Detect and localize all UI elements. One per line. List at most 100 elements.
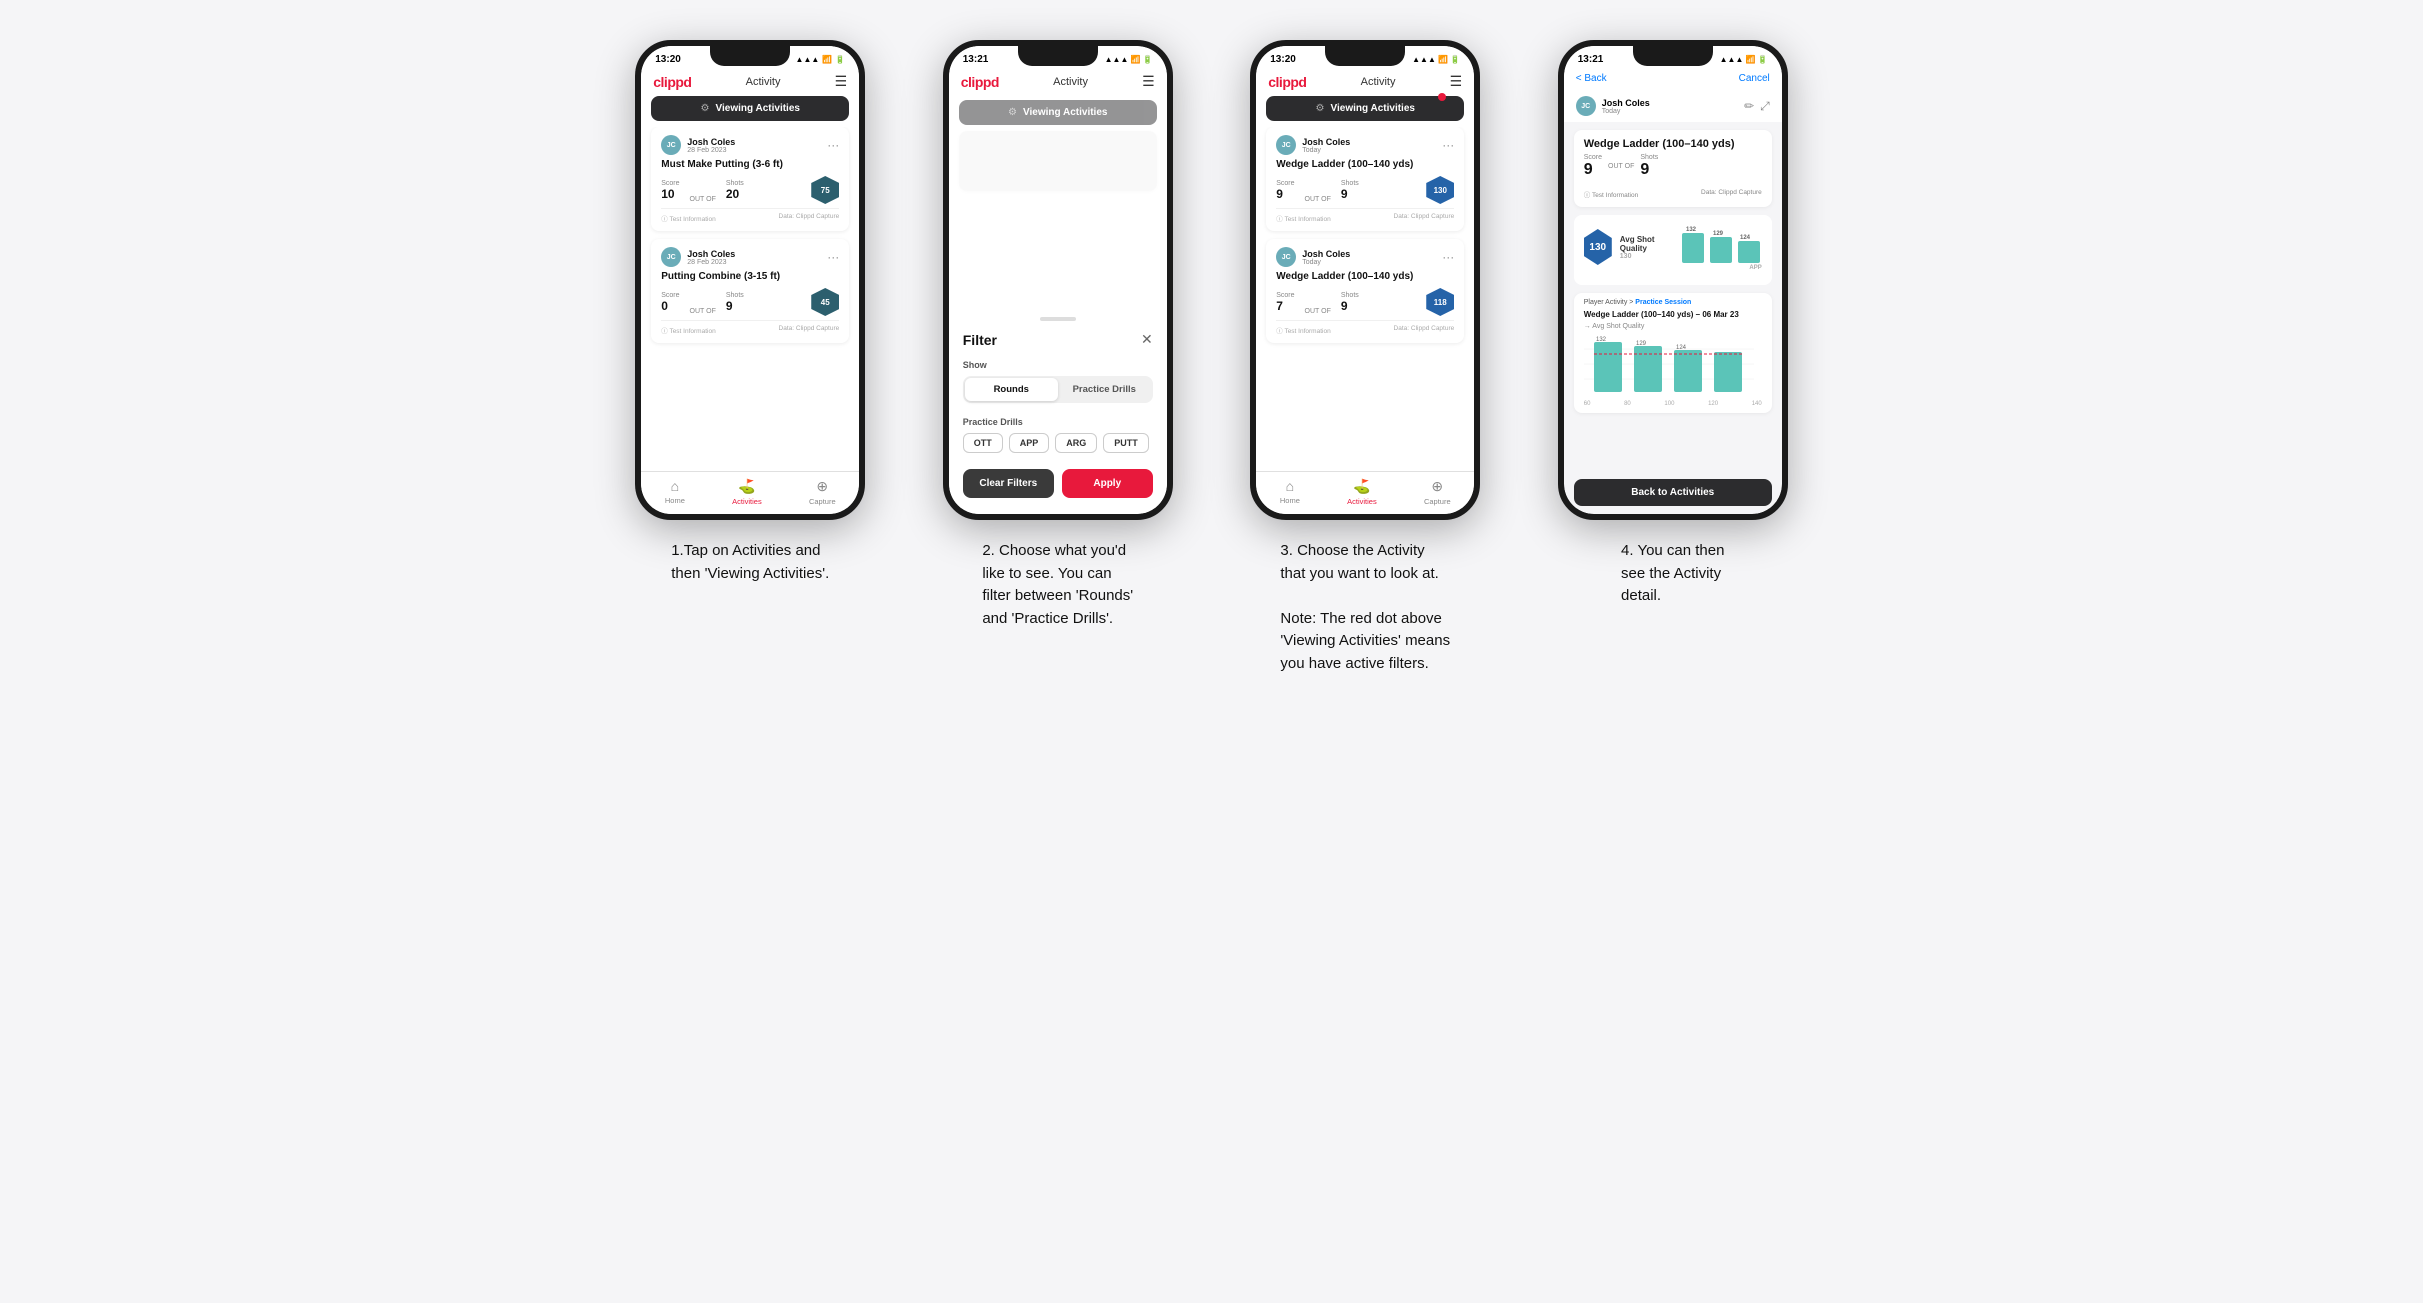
toggle-row: Rounds Practice Drills (963, 376, 1153, 403)
avatar-3-2: JC (1276, 247, 1296, 267)
stats-row-1-1: Score 10 OUT OF Shots 20 75 (661, 176, 839, 204)
phone-3: 13:20 ▲▲▲ 📶 🔋 clippd Activity ☰ ⚙ Viewin… (1250, 40, 1480, 520)
nav-activities-1[interactable]: ⛳ Activities (732, 478, 762, 506)
status-icons-4: ▲▲▲ 📶 🔋 (1720, 55, 1768, 64)
toggle-rounds[interactable]: Rounds (965, 378, 1058, 401)
detail-user-name: Josh Coles (1602, 98, 1650, 108)
hamburger-icon-1[interactable]: ☰ (835, 73, 848, 90)
step-2-caption: 2. Choose what you'd like to see. You ca… (982, 540, 1133, 630)
modal-header: Filter ✕ (963, 331, 1153, 348)
banner-text-3: Viewing Activities (1330, 103, 1414, 114)
status-icons-2: ▲▲▲ 📶 🔋 (1105, 55, 1153, 64)
phone-screen-2: 13:21 ▲▲▲ 📶 🔋 clippd Activity ☰ ⚙ Viewin… (949, 46, 1167, 514)
apply-button[interactable]: Apply (1062, 469, 1153, 498)
svg-text:132: 132 (1596, 337, 1607, 343)
activity-card-1-2[interactable]: JC Josh Coles 28 Feb 2023 ··· Putting Co… (651, 239, 849, 343)
back-button[interactable]: < Back (1576, 73, 1607, 84)
app-logo-3: clippd (1268, 74, 1306, 90)
avatar-4: JC (1576, 96, 1596, 116)
phone-notch-2 (1018, 46, 1098, 66)
hamburger-icon-3[interactable]: ☰ (1450, 73, 1463, 90)
user-date-1-1: 28 Feb 2023 (687, 147, 735, 154)
card-header-3-1: JC Josh Coles Today ··· (1276, 135, 1454, 155)
drill-name-3-2: Wedge Ladder (100–140 yds) (1276, 271, 1454, 282)
app-logo-2: clippd (961, 74, 999, 90)
user-date-1-2: 28 Feb 2023 (687, 259, 735, 266)
status-time-2: 13:21 (963, 54, 989, 65)
expand-icon[interactable]: ⤢ (1760, 99, 1770, 114)
step-3-column: 13:20 ▲▲▲ 📶 🔋 clippd Activity ☰ ⚙ Viewin… (1227, 40, 1505, 675)
activity-card-3-2[interactable]: JC Josh Coles Today ··· Wedge Ladder (10… (1266, 239, 1464, 343)
step-1-caption: 1.Tap on Activities and then 'Viewing Ac… (671, 540, 829, 585)
status-time-4: 13:21 (1578, 54, 1604, 65)
phone-notch-1 (710, 46, 790, 66)
phone-screen-3: 13:20 ▲▲▲ 📶 🔋 clippd Activity ☰ ⚙ Viewin… (1256, 46, 1474, 514)
app-header-2: clippd Activity ☰ (949, 69, 1167, 96)
close-button[interactable]: ✕ (1141, 331, 1153, 348)
banner-text-1: Viewing Activities (715, 103, 799, 114)
edit-icon[interactable]: ✏ (1744, 99, 1754, 114)
viewing-banner-bg-2: ⚙ Viewing Activities (959, 100, 1157, 125)
phone-2: 13:21 ▲▲▲ 📶 🔋 clippd Activity ☰ ⚙ Viewin… (943, 40, 1173, 520)
clear-filters-button[interactable]: Clear Filters (963, 469, 1054, 498)
activity-card-3-1[interactable]: JC Josh Coles Today ··· Wedge Ladder (10… (1266, 127, 1464, 231)
nav-home-3[interactable]: ⌂ Home (1280, 478, 1300, 506)
user-name-3-1: Josh Coles (1302, 137, 1350, 147)
status-icons-1: ▲▲▲ 📶 🔋 (796, 55, 846, 64)
detail-footer: ⓘ Test Information Data: Clippd Capture (1584, 189, 1762, 199)
card-header-1-1: JC Josh Coles 28 Feb 2023 ··· (661, 135, 839, 155)
user-name-3-2: Josh Coles (1302, 249, 1350, 259)
svg-text:129: 129 (1713, 231, 1724, 237)
score-detail-card: Wedge Ladder (100–140 yds) Score 9 OUT O… (1574, 130, 1772, 207)
phone-screen-4: 13:21 ▲▲▲ 📶 🔋 < Back Cancel JC Josh Cole… (1564, 46, 1782, 514)
screen2-bg: ⚙ Viewing Activities Filter ✕ Show (949, 96, 1167, 514)
more-dots-1-1[interactable]: ··· (827, 138, 839, 152)
nav-capture-1[interactable]: ⊕ Capture (809, 478, 836, 506)
back-to-activities-button[interactable]: Back to Activities (1574, 479, 1772, 506)
nav-home-1[interactable]: ⌂ Home (665, 478, 685, 506)
detail-drill-name: Wedge Ladder (100–140 yds) (1584, 138, 1762, 150)
viewing-activities-banner-1[interactable]: ⚙ Viewing Activities (651, 96, 849, 121)
card-footer-1-2: ⓘ Test Information Data: Clippd Capture (661, 320, 839, 335)
pill-putt[interactable]: PUTT (1103, 433, 1149, 453)
card-footer-3-1: ⓘ Test Information Data: Clippd Capture (1276, 208, 1454, 223)
stats-row-3-1: Score 9 OUT OF Shots 9 130 (1276, 176, 1454, 204)
filter-modal: Filter ✕ Show Rounds Practice Drills Pra… (949, 305, 1167, 514)
sq-badge-3-1: 130 (1426, 176, 1454, 204)
hamburger-icon-2[interactable]: ☰ (1142, 73, 1155, 90)
status-icons-3: ▲▲▲ 📶 🔋 (1412, 55, 1460, 64)
pill-app[interactable]: APP (1009, 433, 1050, 453)
more-dots-3-1[interactable]: ··· (1442, 138, 1454, 152)
phone-4: 13:21 ▲▲▲ 📶 🔋 < Back Cancel JC Josh Cole… (1558, 40, 1788, 520)
card-header-1-2: JC Josh Coles 28 Feb 2023 ··· (661, 247, 839, 267)
svg-text:129: 129 (1636, 341, 1647, 347)
activity-card-1-1[interactable]: JC Josh Coles 28 Feb 2023 ··· Must Make … (651, 127, 849, 231)
toggle-practice-drills[interactable]: Practice Drills (1058, 378, 1151, 401)
drill-pills-container: OTT APP ARG PUTT (963, 433, 1153, 453)
activity-list-3: JC Josh Coles Today ··· Wedge Ladder (10… (1256, 127, 1474, 471)
home-icon-3: ⌂ (1286, 478, 1294, 494)
practice-session-link[interactable]: Practice Session (1635, 299, 1691, 306)
sq-hexagon-big: 130 (1584, 229, 1612, 265)
step-4-caption: 4. You can then see the Activity detail. (1621, 540, 1724, 608)
player-activity-card: Player Activity > Practice Session Wedge… (1574, 293, 1772, 413)
cancel-button[interactable]: Cancel (1739, 73, 1770, 84)
show-label: Show (963, 360, 1153, 370)
detail-user-row: JC Josh Coles Today ✏ ⤢ (1564, 90, 1782, 122)
detail-header: < Back Cancel (1564, 69, 1782, 90)
viewing-banner-3[interactable]: ⚙ Viewing Activities (1266, 96, 1464, 121)
stats-row-1-2: Score 0 OUT OF Shots 9 45 (661, 288, 839, 316)
step-4-column: 13:21 ▲▲▲ 📶 🔋 < Back Cancel JC Josh Cole… (1534, 40, 1812, 608)
status-time-3: 13:20 (1270, 54, 1296, 65)
nav-activities-3[interactable]: ⛳ Activities (1347, 478, 1377, 506)
modal-title: Filter (963, 332, 997, 348)
avatar-3-1: JC (1276, 135, 1296, 155)
more-dots-3-2[interactable]: ··· (1442, 250, 1454, 264)
drill-name-1-1: Must Make Putting (3-6 ft) (661, 159, 839, 170)
pill-arg[interactable]: ARG (1055, 433, 1097, 453)
nav-capture-3[interactable]: ⊕ Capture (1424, 478, 1451, 506)
more-dots-1-2[interactable]: ··· (827, 250, 839, 264)
pill-ott[interactable]: OTT (963, 433, 1003, 453)
step-3-caption: 3. Choose the Activity that you want to … (1280, 540, 1450, 675)
user-date-3-2: Today (1302, 259, 1350, 266)
